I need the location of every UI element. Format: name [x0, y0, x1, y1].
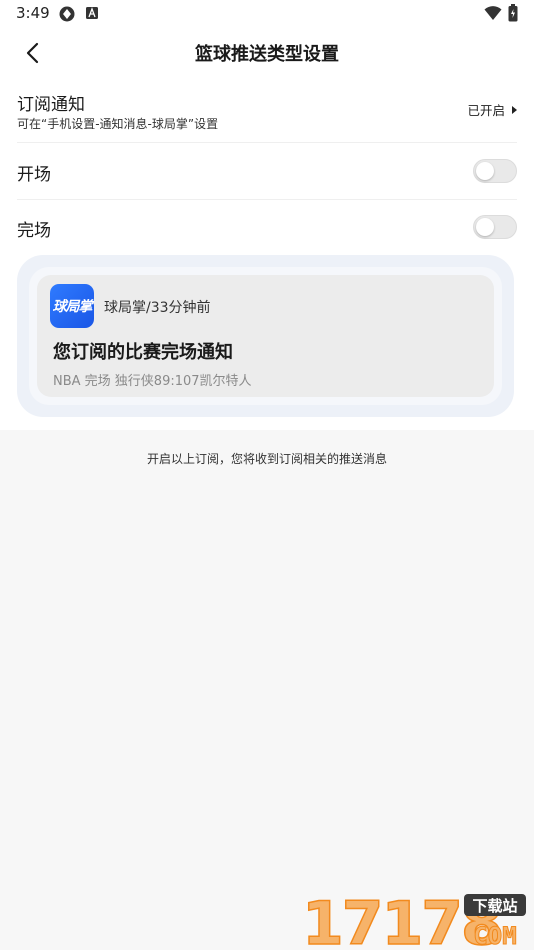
toggle-label-game-end: 完场 — [17, 221, 51, 241]
footer-hint: 开启以上订阅，您将收到订阅相关的推送消息 — [146, 452, 387, 466]
battery-icon — [508, 4, 518, 22]
font-a-icon — [86, 7, 98, 19]
toggle-row-game-start: 开场 — [17, 143, 517, 200]
notification-card: 球局掌 球局掌/33分钟前 您订阅的比赛完场通知 NBA 完场 独行侠89:10… — [37, 275, 494, 397]
notification-title: 您订阅的比赛完场通知 — [53, 342, 233, 363]
game-end-toggle[interactable] — [473, 215, 517, 239]
toggle-label-game-start: 开场 — [17, 165, 51, 185]
toggle-knob — [476, 162, 494, 180]
sync-icon — [59, 6, 75, 22]
nav-header: 篮球推送类型设置 — [0, 28, 534, 78]
subscribe-title: 订阅通知 — [17, 95, 85, 115]
toggle-knob — [476, 218, 494, 236]
notification-preview-frame: 球局掌 球局掌/33分钟前 您订阅的比赛完场通知 NBA 完场 独行侠89:10… — [29, 267, 502, 405]
status-bar: 3:49 — [0, 0, 534, 28]
subscribe-status-text: 已开启 — [467, 103, 505, 118]
watermark-tag: 下载站 — [472, 897, 517, 915]
notification-body: NBA 完场 独行侠89:107凯尔特人 — [53, 374, 252, 389]
caret-right-icon — [512, 105, 517, 114]
app-icon: 球局掌 — [50, 284, 94, 328]
subscribe-subtitle: 可在“手机设置-通知消息-球局掌”设置 — [17, 117, 219, 131]
game-start-toggle[interactable] — [473, 159, 517, 183]
page-title: 篮球推送类型设置 — [195, 44, 339, 65]
watermark-domain: COM — [473, 922, 516, 948]
notification-meta: 球局掌/33分钟前 — [104, 300, 211, 316]
watermark-logo: 17178 下载站 COM — [302, 888, 526, 948]
status-time: 3:49 — [16, 4, 50, 22]
toggle-row-game-end: 完场 — [17, 199, 517, 255]
notification-preview: 球局掌 球局掌/33分钟前 您订阅的比赛完场通知 NBA 完场 独行侠89:10… — [17, 255, 514, 417]
subscribe-notification-row[interactable]: 订阅通知 可在“手机设置-通知消息-球局掌”设置 已开启 — [17, 84, 517, 143]
wifi-icon — [484, 6, 502, 20]
subscribe-status-link[interactable]: 已开启 — [467, 100, 517, 119]
